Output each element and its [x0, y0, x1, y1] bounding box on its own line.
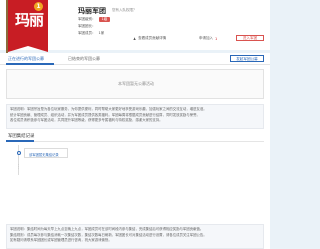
tab-active-campaigns[interactable]: 正在进行的军团公募	[8, 56, 44, 62]
timeline-line	[18, 145, 19, 175]
apply-label: 申请加入	[199, 36, 213, 40]
level-badge: 1级	[98, 17, 111, 22]
corps-notice: 军团说明：军团宗旨是为各位玩家服务，为你提供便利，同时帮助大家更好地享受游戏乐趣…	[6, 104, 264, 129]
empty-state: 本军团暂无公募活动	[6, 69, 264, 99]
members-ranking-label: 查看成员贡献详情	[138, 36, 167, 40]
notice-line: 各位成员请积极参与军团活动，共同提升军团等级，获得更多专属福利与特权奖励，感谢大…	[10, 118, 163, 122]
empty-state-text: 本军团暂无公募活动	[118, 81, 154, 86]
timeline-dot-icon	[16, 151, 21, 155]
corps-header: 玛丽 1 玛丽军团 您有入队权限？ 军团级别： 1级 军团团长： 军团成员： 1…	[0, 0, 270, 70]
apply-count[interactable]: 申请加入 1	[199, 36, 217, 41]
flag-tail	[8, 46, 48, 52]
level-row: 军团级别： 1级	[78, 17, 111, 22]
members-row: 军团成员： 1家	[78, 31, 104, 36]
record-text: 该军团暂无集结记录	[29, 153, 59, 157]
publish-campaign-button[interactable]: 发起军团公募	[230, 55, 264, 62]
members-value: 1家	[98, 31, 105, 35]
flag-text: 玛丽	[14, 11, 44, 29]
person-icon: ♟	[133, 36, 137, 41]
tab-ended-campaigns[interactable]: 已结束的军团公募	[68, 56, 100, 62]
join-hint-link[interactable]: 您有入队权限？	[112, 8, 137, 13]
join-corps-button[interactable]: 进入军团	[236, 35, 264, 41]
main-panel: 正在进行的军团公募 已结束的军团公募 发起军团公募 本军团暂无公募活动 军团说明…	[0, 53, 270, 249]
records-title: 军团集结记录	[8, 134, 35, 139]
active-tab-indicator	[6, 63, 54, 65]
records-timeline: 该军团暂无集结记录 ⋮	[14, 145, 264, 175]
record-item: 该军团暂无集结记录	[24, 148, 68, 158]
flag-level-badge: 1	[34, 2, 43, 11]
apply-value: 1	[215, 36, 218, 41]
rally-notice-line: 如有疑问请联系军团团长或军团管理员进行咨询，祝大家游戏愉快。	[10, 238, 112, 242]
level-label: 军团级别：	[78, 17, 96, 21]
corps-name: 玛丽军团	[78, 7, 106, 15]
rally-notice: 军团说明：集结时间为每天早上九点至晚上九点，军团成员可在该时间段内参与集结，完成…	[6, 224, 264, 249]
members-ranking-link[interactable]: ♟ 查看成员贡献详情	[133, 36, 166, 41]
leader-row: 军团团长：	[78, 24, 99, 29]
leader-label: 军团团长：	[78, 24, 96, 28]
more-dots-icon: ⋮	[16, 164, 21, 170]
tab-bar: 正在进行的军团公募 已结束的军团公募 发起军团公募	[0, 53, 270, 65]
divider	[6, 141, 264, 142]
section-indicator	[6, 140, 34, 142]
members-label: 军团成员：	[78, 31, 96, 35]
